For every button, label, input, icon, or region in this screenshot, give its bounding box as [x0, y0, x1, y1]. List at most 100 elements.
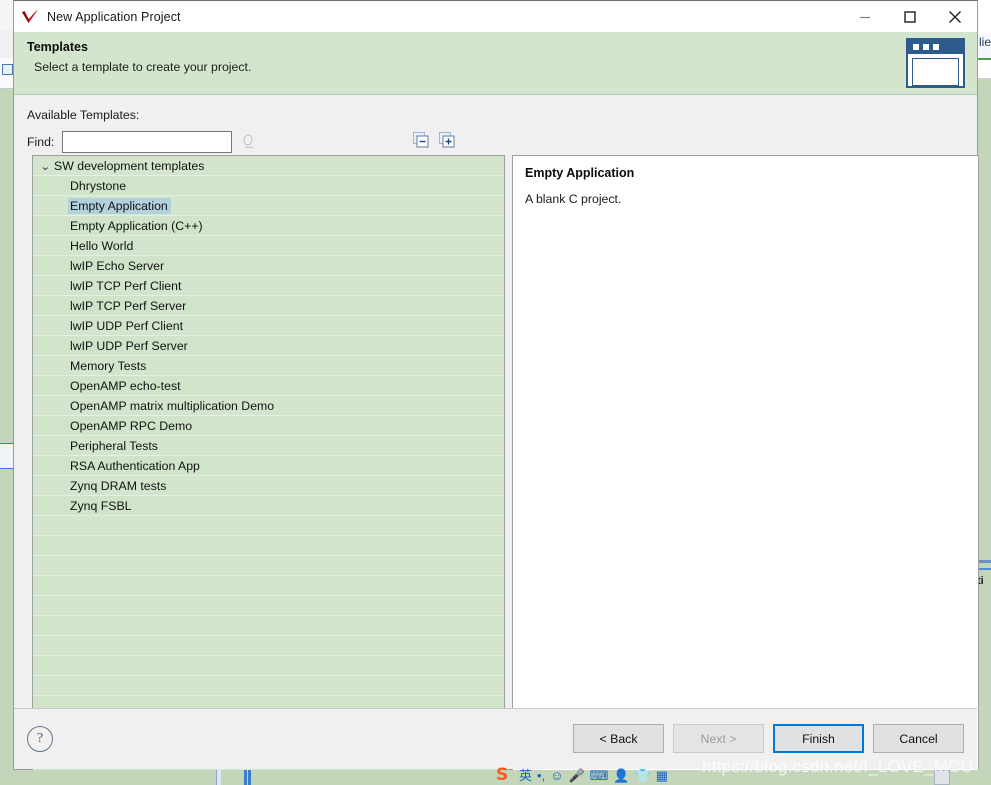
tree-item-row[interactable]: OpenAMP RPC Demo [33, 416, 504, 436]
tree-item-label: OpenAMP echo-test [70, 379, 181, 393]
background-right-scrollbar [978, 560, 991, 563]
tree-empty-row [33, 536, 504, 556]
expand-all-icon[interactable] [438, 131, 456, 149]
tree-item-row[interactable]: lwIP UDP Perf Server [33, 336, 504, 356]
tree-item-label: Hello World [70, 239, 134, 253]
tree-item-row[interactable]: lwIP TCP Perf Client [33, 276, 504, 296]
tree-item-row[interactable]: RSA Authentication App [33, 456, 504, 476]
background-right-text: lie [979, 35, 991, 49]
tree-item-label: lwIP TCP Perf Client [70, 279, 182, 293]
skin-icon[interactable]: 👕 [635, 768, 651, 783]
footer-button-row: < Back Next > Finish Cancel [573, 724, 964, 753]
tree-item-label: Dhrystone [70, 179, 127, 193]
tree-empty-row [33, 516, 504, 536]
tree-item-label: Peripheral Tests [70, 439, 158, 453]
taskbar-item [248, 770, 251, 785]
tree-item-row[interactable]: lwIP UDP Perf Client [33, 316, 504, 336]
punctuation-icon[interactable]: •, [537, 768, 545, 783]
background-right-divider [978, 78, 991, 80]
dialog-footer: ? < Back Next > Finish Cancel [14, 708, 977, 769]
tree-item-row[interactable]: Empty Application (C++) [33, 216, 504, 236]
background-right-scrollbar [978, 568, 991, 570]
back-button[interactable]: < Back [573, 724, 664, 753]
tree-item-label: OpenAMP matrix multiplication Demo [70, 399, 275, 413]
tree-item-row[interactable]: Hello World [33, 236, 504, 256]
minimize-button[interactable] [842, 1, 887, 32]
tree-empty-row [33, 596, 504, 616]
description-text: A blank C project. [525, 192, 622, 206]
templates-tree[interactable]: ⌄ SW development templates Dhrystone Empty … [32, 155, 505, 785]
title-bar: New Application Project [14, 1, 977, 32]
tree-empty-row [33, 636, 504, 656]
background-window-right [978, 0, 991, 785]
background-window-left [0, 0, 13, 785]
background-right-titlebar [978, 0, 991, 34]
tree-item-row[interactable]: Peripheral Tests [33, 436, 504, 456]
cancel-button[interactable]: Cancel [873, 724, 964, 753]
tree-item-label: RSA Authentication App [70, 459, 200, 473]
tree-item-row[interactable]: Zynq FSBL [33, 496, 504, 516]
wizard-header: Templates Select a template to create yo… [14, 32, 977, 95]
background-toolbar-strip [0, 30, 13, 59]
tree-empty-row [33, 656, 504, 676]
collapse-all-icon[interactable] [412, 131, 430, 149]
template-description-panel: Empty Application A blank C project. [512, 155, 979, 785]
chinese-input-icon[interactable]: 英 [519, 768, 532, 783]
tree-item-label: OpenAMP RPC Demo [70, 419, 193, 433]
tree-empty-row [33, 676, 504, 696]
voice-input-icon[interactable]: 🎤 [568, 768, 584, 783]
tree-item-label: lwIP UDP Perf Server [70, 339, 188, 353]
tree-item-row[interactable]: lwIP Echo Server [33, 256, 504, 276]
finish-button[interactable]: Finish [773, 724, 864, 753]
tree-empty-row [33, 576, 504, 596]
background-desktop-fill [0, 89, 13, 785]
background-right-row [978, 60, 991, 78]
user-icon[interactable]: 👤 [613, 768, 629, 783]
maximize-button[interactable] [887, 1, 932, 32]
chevron-down-icon[interactable]: ⌄ [40, 157, 55, 175]
page-subtitle: Select a template to create your project… [34, 60, 252, 74]
background-selected-row [0, 443, 13, 469]
tree-toolbar [412, 131, 456, 149]
help-icon[interactable]: ? [27, 726, 53, 752]
tree-item-label: Empty Application [68, 198, 171, 214]
tree-item-label: Zynq DRAM tests [70, 479, 167, 493]
close-button[interactable] [932, 1, 977, 32]
screen: lie ti New Application Project Templates… [0, 0, 991, 785]
tree-item-row[interactable]: lwIP TCP Perf Server [33, 296, 504, 316]
tree-item-row[interactable]: Memory Tests [33, 356, 504, 376]
description-title: Empty Application [525, 166, 635, 180]
tree-empty-row [33, 616, 504, 636]
tree-group-row[interactable]: ⌄ SW development templates [33, 156, 504, 176]
search-input[interactable] [62, 131, 233, 153]
window-title: New Application Project [47, 9, 181, 24]
next-button: Next > [673, 724, 764, 753]
emoji-icon[interactable]: ☺ [550, 768, 563, 783]
tree-item-row[interactable]: OpenAMP matrix multiplication Demo [33, 396, 504, 416]
background-view-icon [2, 64, 13, 75]
new-application-project-dialog: New Application Project Templates Select… [13, 0, 979, 785]
tree-item-row[interactable]: OpenAMP echo-test [33, 376, 504, 396]
tree-item-label: lwIP UDP Perf Client [70, 319, 183, 333]
tree-item-label: Empty Application (C++) [70, 219, 203, 233]
toolbox-icon[interactable]: ▦ [656, 768, 668, 783]
dialog-body: Available Templates: Find: ⌄ SW developm… [14, 95, 979, 785]
find-row: Find: [27, 131, 257, 153]
vitis-checkmark-icon [19, 6, 41, 28]
tree-item-row[interactable]: Empty Application [33, 196, 504, 216]
page-title: Templates [27, 40, 88, 54]
taskbar-item [934, 770, 950, 785]
tree-item-label: Zynq FSBL [70, 499, 132, 513]
taskbar-item [244, 770, 247, 785]
find-label: Find: [27, 135, 55, 149]
background-toolbar-strip [0, 0, 13, 31]
tree-item-label: Memory Tests [70, 359, 147, 373]
sogou-logo-icon[interactable]: S [496, 766, 514, 784]
tree-group-label: SW development templates [54, 159, 205, 173]
soft-keyboard-icon[interactable]: ⌨ [590, 768, 609, 783]
tree-item-label: lwIP Echo Server [70, 259, 165, 273]
tree-item-row[interactable]: Dhrystone [33, 176, 504, 196]
ime-toolbar[interactable]: S 英 •, ☺ 🎤 ⌨ 👤 👕 ▦ [492, 765, 672, 785]
tree-item-row[interactable]: Zynq DRAM tests [33, 476, 504, 496]
window-preview-icon [906, 38, 965, 88]
